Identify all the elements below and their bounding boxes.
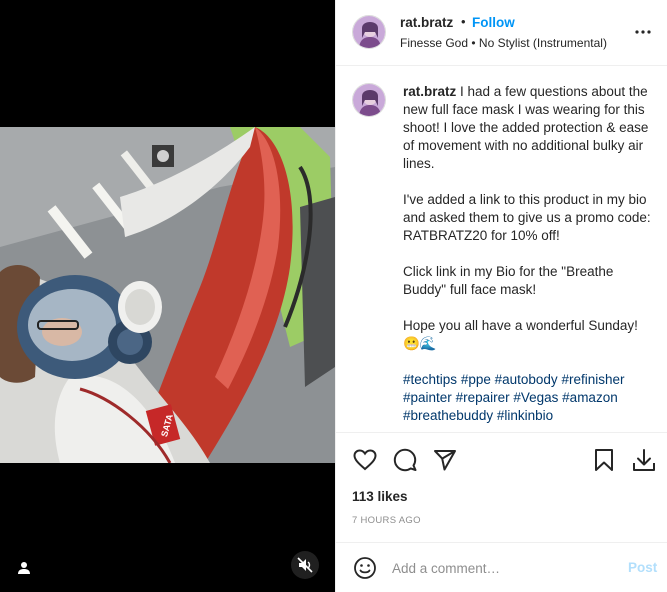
caption-avatar[interactable] [352, 83, 386, 117]
post-author-username[interactable]: rat.bratz [400, 15, 453, 30]
hashtag-link[interactable]: #linkinbio [497, 408, 553, 423]
follow-button[interactable]: Follow [472, 15, 515, 30]
hashtag-link[interactable]: #techtips [403, 372, 457, 387]
user-tag-icon[interactable] [13, 557, 35, 579]
post-timestamp[interactable]: 7 HOURS AGO [352, 515, 421, 526]
like-count[interactable]: 113 likes [352, 489, 408, 504]
muted-speaker-icon[interactable] [291, 551, 319, 579]
caption-paragraph: rat.bratz I had a few questions about th… [403, 83, 657, 173]
hashtag-link[interactable]: #Vegas [513, 390, 558, 405]
post-side-panel: rat.bratz • Follow Finesse God • No Styl… [335, 0, 667, 592]
hashtag-link[interactable]: #autobody [495, 372, 558, 387]
hashtag-list: #techtips #ppe #autobody #refinisher #pa… [403, 371, 657, 425]
separator-dot: • [461, 14, 466, 29]
post-photo: SATA [0, 127, 335, 463]
hashtag-link[interactable]: #breathebuddy [403, 408, 493, 423]
audio-track-link[interactable]: Finesse God • No Stylist (Instrumental) [400, 36, 607, 50]
comment-bar: Post [336, 542, 667, 592]
comment-input[interactable] [392, 557, 612, 579]
caption-text: rat.bratz I had a few questions about th… [403, 83, 657, 425]
avatar[interactable] [352, 15, 386, 49]
bookmark-icon[interactable] [589, 445, 619, 475]
more-dots-icon[interactable] [632, 22, 654, 42]
hashtag-link[interactable]: #ppe [461, 372, 491, 387]
caption-username[interactable]: rat.bratz [403, 84, 456, 99]
smiley-icon[interactable] [352, 555, 378, 581]
heart-icon[interactable] [350, 445, 380, 475]
caption-paragraph: I've added a link to this product in my … [403, 192, 651, 243]
hashtag-link[interactable]: #repairer [456, 390, 510, 405]
hashtag-link[interactable]: #refinisher [561, 372, 624, 387]
paper-plane-icon[interactable] [430, 445, 460, 475]
hashtag-link[interactable]: #painter [403, 390, 452, 405]
caption-paragraph: Hope you all have a wonderful Sunday! 😬🌊 [403, 318, 638, 351]
download-icon[interactable] [629, 445, 659, 475]
post-actions: 113 likes 7 HOURS AGO [336, 432, 667, 542]
comment-bubble-icon[interactable] [390, 445, 420, 475]
hashtag-link[interactable]: #amazon [562, 390, 618, 405]
post-media[interactable]: SATA [0, 0, 335, 592]
post-header: rat.bratz • Follow Finesse God • No Styl… [336, 0, 667, 66]
post-comment-button[interactable]: Post [628, 560, 657, 575]
caption-paragraph: Click link in my Bio for the "Breathe Bu… [403, 264, 614, 297]
caption-section: rat.bratz I had a few questions about th… [336, 67, 667, 432]
